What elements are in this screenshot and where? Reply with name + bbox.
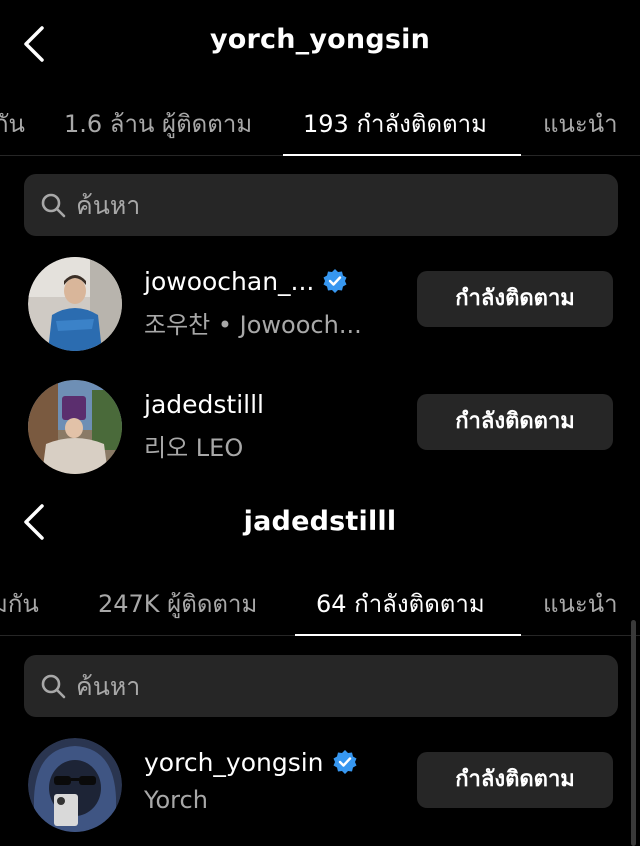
header: jadedstilll: [0, 488, 640, 560]
scrollbar[interactable]: [631, 620, 636, 846]
tab-following[interactable]: 193 กำลังติดตาม: [303, 104, 487, 143]
tab-mutual[interactable]: มกัน: [0, 584, 39, 623]
username[interactable]: yorch_yongsin: [144, 748, 358, 777]
tab-followers[interactable]: 1.6 ล้าน ผู้ติดตาม: [64, 104, 252, 143]
following-button[interactable]: กำลังติดตาม: [417, 271, 613, 327]
following-button[interactable]: กำลังติดตาม: [417, 752, 613, 808]
avatar[interactable]: [28, 257, 122, 351]
full-name: 조우찬 • Jowooch...: [144, 311, 362, 339]
list-item[interactable]: jowoochan_... 조우찬 • Jowooch... กำลังติดต…: [0, 253, 640, 353]
full-name: 리오 LEO: [144, 434, 244, 462]
following-screen-yorch: yorch_yongsin กัน 1.6 ล้าน ผู้ติดตาม 193…: [0, 0, 640, 488]
avatar[interactable]: [28, 738, 122, 832]
profile-title: yorch_yongsin: [209, 24, 431, 55]
search-input[interactable]: [76, 655, 596, 717]
tab-following[interactable]: 64 กำลังติดตาม: [316, 584, 485, 623]
tab-mutual[interactable]: กัน: [0, 104, 25, 143]
active-tab-indicator: [283, 154, 521, 156]
search-icon: [41, 674, 66, 699]
tab-followers[interactable]: 247K ผู้ติดตาม: [98, 584, 257, 623]
active-tab-indicator: [295, 634, 521, 636]
username-text: yorch_yongsin: [144, 748, 324, 777]
following-button[interactable]: กำลังติดตาม: [417, 394, 613, 450]
tab-bar: กัน 1.6 ล้าน ผู้ติดตาม 193 กำลังติดตาม แ…: [0, 88, 640, 156]
search-icon: [41, 193, 66, 218]
avatar[interactable]: [28, 380, 122, 474]
following-screen-jadedstilll: jadedstilll มกัน 247K ผู้ติดตาม 64 กำลัง…: [0, 488, 640, 846]
tab-bar: มกัน 247K ผู้ติดตาม 64 กำลังติดตาม แนะนำ: [0, 560, 640, 636]
list-item[interactable]: yorch_yongsin Yorch กำลังติดตาม: [0, 734, 640, 834]
search-input[interactable]: [76, 174, 596, 236]
tab-suggested[interactable]: แนะนำ: [543, 104, 618, 143]
username-text: jowoochan_...: [144, 267, 315, 296]
username-text: jadedstilll: [144, 390, 264, 419]
full-name: Yorch: [144, 786, 208, 814]
search-bar[interactable]: [24, 174, 618, 236]
profile-title: jadedstilll: [243, 506, 397, 537]
tab-suggested[interactable]: แนะนำ: [543, 584, 618, 623]
search-bar[interactable]: [24, 655, 618, 717]
username[interactable]: jadedstilll: [144, 390, 264, 419]
list-item[interactable]: jadedstilll 리오 LEO กำลังติดตาม: [0, 376, 640, 476]
username[interactable]: jowoochan_...: [144, 267, 348, 296]
verified-badge-icon: [323, 269, 347, 293]
header: yorch_yongsin: [0, 0, 640, 88]
verified-badge-icon: [333, 750, 357, 774]
